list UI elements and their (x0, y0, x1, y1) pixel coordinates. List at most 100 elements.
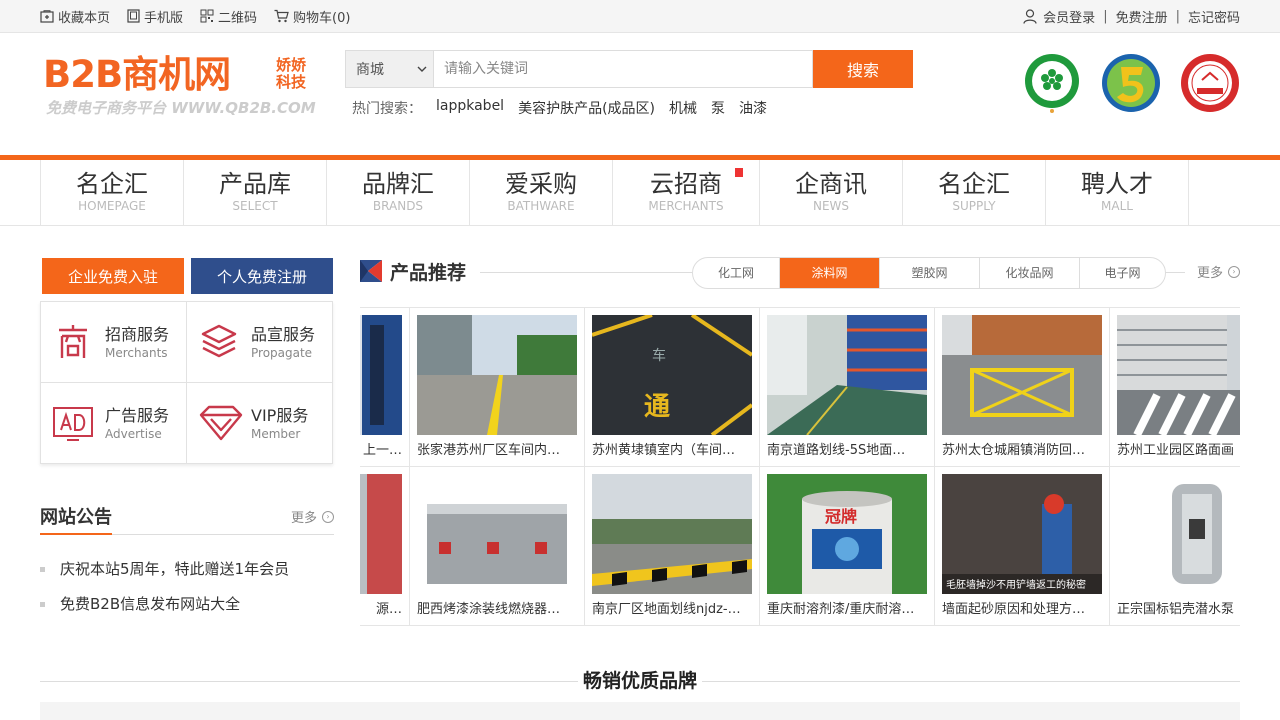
nav-label: 爱采购 (505, 170, 577, 198)
svg-text:通: 通 (644, 392, 670, 422)
hot-search-item[interactable]: 机械 (669, 98, 697, 118)
personal-register-button[interactable]: 个人免费注册 (191, 258, 333, 294)
enterprise-join-button[interactable]: 企业免费入驻 (42, 258, 184, 294)
favorite-link[interactable]: 收藏本页 (40, 7, 110, 26)
nav-sublabel: MERCHANTS (648, 199, 724, 213)
search-input[interactable] (433, 50, 813, 88)
product-card[interactable]: 冠牌 重庆耐溶剂漆/重庆耐溶… (760, 467, 935, 626)
nav-sublabel: SUPPLY (952, 199, 996, 213)
five-badge-icon[interactable] (1101, 53, 1161, 113)
green-seal-badge-icon[interactable] (1022, 53, 1082, 113)
bullet-icon (40, 602, 45, 607)
product-caption: 重庆耐溶剂漆/重庆耐溶… (767, 602, 915, 617)
service-title: VIP服务 (251, 406, 309, 425)
product-caption: 源… (375, 602, 402, 617)
nav-label: 产品库 (219, 170, 291, 198)
nav-item-select[interactable]: 产品库 SELECT (184, 160, 327, 225)
register-link[interactable]: 免费注册 (1116, 7, 1168, 26)
product-caption: 张家港苏州厂区车间内… (417, 443, 561, 458)
search-button[interactable]: 搜索 (813, 50, 913, 88)
top-bar: 收藏本页 手机版 二维码 购物车(0) 会员登录 | 免费注册 | 忘记密码 (0, 0, 1280, 33)
product-title: 产品推荐 (390, 262, 467, 284)
hot-search-item[interactable]: 美容护肤产品(成品区) (518, 98, 655, 118)
product-caption: 苏州太仓城厢镇消防回… (942, 443, 1086, 458)
search-bar: 商城 搜索 (345, 50, 913, 88)
nav-item-bathware[interactable]: 爱采购 BATHWARE (470, 160, 613, 225)
product-card[interactable]: 张家港苏州厂区车间内… (410, 308, 585, 467)
services-panel: 招商服务 Merchants 品宣服务 Propagate 广告服务 Adver… (40, 301, 333, 464)
product-card[interactable]: 肥西烤漆涂装线燃烧器… (410, 467, 585, 626)
login-link[interactable]: 会员登录 (1043, 7, 1095, 26)
hot-search-label: 热门搜索： (352, 101, 422, 117)
notice-item[interactable]: 庆祝本站5周年，特此赠送1年会员 (40, 552, 289, 587)
more-label: 更多 (1196, 266, 1223, 281)
logo-side-text: 娇娇科技 (276, 56, 307, 91)
qrcode-link[interactable]: 二维码 (200, 7, 257, 26)
search-category-select[interactable]: 商城 (345, 50, 433, 88)
nav-item-homepage[interactable]: 名企汇 HOMEPAGE (41, 160, 184, 225)
shang-icon (59, 325, 87, 358)
product-image (767, 315, 927, 435)
hot-search-item[interactable]: lappkabel (436, 98, 504, 118)
service-advertise[interactable]: 广告服务 Advertise (41, 383, 187, 464)
notice-title: 网站公告 (40, 507, 112, 528)
nav-sublabel: MALL (1101, 199, 1133, 213)
service-propagate[interactable]: 品宣服务 Propagate (187, 302, 333, 383)
certification-badges (1003, 53, 1240, 113)
tab-coating[interactable]: 涂料网 (780, 258, 880, 288)
more-label: 更多 (290, 511, 317, 526)
nav-label: 名企汇 (76, 170, 148, 198)
nav-label: 企商讯 (795, 170, 867, 198)
product-card[interactable]: 通车 苏州黄埭镇室内（车间… (585, 308, 760, 467)
product-image: 毛胚墙掉沙不用铲墙返工的秘密 (942, 474, 1102, 594)
tab-cosmetics[interactable]: 化妆品网 (980, 258, 1080, 288)
product-more-link[interactable]: 更多 › (1197, 262, 1240, 281)
nav-item-brands[interactable]: 品牌汇 BRANDS (327, 160, 470, 225)
service-vip[interactable]: VIP服务 Member (187, 383, 333, 464)
tab-plastic[interactable]: 塑胶网 (880, 258, 980, 288)
product-card[interactable]: 苏州工业园区路面画 (1110, 308, 1240, 467)
site-logo[interactable]: B2B商机网 娇娇科技 免费电子商务平台 WWW.QB2B.COM (43, 55, 323, 118)
nav-sublabel: HOMEPAGE (78, 199, 146, 213)
forgot-password-link[interactable]: 忘记密码 (1188, 7, 1240, 26)
notice-more-link[interactable]: 更多 › (291, 507, 334, 526)
product-image: 冠牌 (767, 474, 927, 594)
brands-strip (40, 702, 1240, 720)
nav-label: 聘人才 (1081, 170, 1153, 198)
nav-item-news[interactable]: 企商讯 NEWS (760, 160, 903, 225)
product-card[interactable]: 南京道路划线-5S地面… (760, 308, 935, 467)
mobile-link[interactable]: 手机版 (127, 7, 183, 26)
service-merchants[interactable]: 招商服务 Merchants (41, 302, 187, 383)
product-image (1117, 315, 1240, 435)
product-card[interactable]: 毛胚墙掉沙不用铲墙返工的秘密 墙面起砂原因和处理方… (935, 467, 1110, 626)
nav-item-merchants[interactable]: 云招商 MERCHANTS (613, 160, 760, 225)
hot-search-item[interactable]: 油漆 (739, 98, 767, 118)
hot-search-item[interactable]: 泵 (711, 98, 725, 118)
product-card[interactable]: 苏州太仓城厢镇消防回… (935, 308, 1110, 467)
service-subtitle: Advertise (105, 427, 162, 441)
product-tabs: 化工网 涂料网 塑胶网 化妆品网 电子网 (692, 257, 1166, 289)
nav-item-mall[interactable]: 聘人才 MALL (1046, 160, 1189, 225)
cart-link[interactable]: 购物车(0) (274, 7, 350, 26)
chevron-down-icon (417, 66, 427, 72)
product-card[interactable]: 南京厂区地面划线njdz-… (585, 467, 760, 626)
product-card[interactable]: 源… (360, 467, 410, 626)
tab-chemical[interactable]: 化工网 (693, 258, 780, 288)
user-icon (1023, 8, 1037, 24)
product-row: 源… 肥西烤漆涂装线燃烧器… 南京厂区地面划线njdz-… 冠牌 重庆耐溶剂漆/… (360, 467, 1240, 626)
notice-list: 庆祝本站5周年，特此赠送1年会员 免费B2B信息发布网站大全 (40, 552, 289, 622)
nav-sublabel: BRANDS (372, 199, 424, 213)
divider (480, 272, 692, 273)
product-caption: 肥西烤漆涂装线燃烧器… (417, 602, 561, 617)
product-card[interactable]: 正宗国标铝壳潜水泵 (1110, 467, 1240, 626)
nav-item-supply[interactable]: 名企汇 SUPPLY (903, 160, 1046, 225)
product-caption: 正宗国标铝壳潜水泵 (1117, 602, 1235, 617)
top-brand-badge-icon[interactable] (1180, 53, 1240, 113)
tab-electronics[interactable]: 电子网 (1080, 258, 1165, 288)
product-image (417, 315, 577, 435)
product-recommend-header: 产品推荐 化工网 涂料网 塑胶网 化妆品网 电子网 更多 › (360, 257, 1240, 289)
favorite-label: 收藏本页 (58, 10, 111, 26)
nav-label: 名企汇 (938, 170, 1010, 198)
notice-item[interactable]: 免费B2B信息发布网站大全 (40, 587, 289, 622)
product-card[interactable]: 上一… (360, 308, 410, 467)
